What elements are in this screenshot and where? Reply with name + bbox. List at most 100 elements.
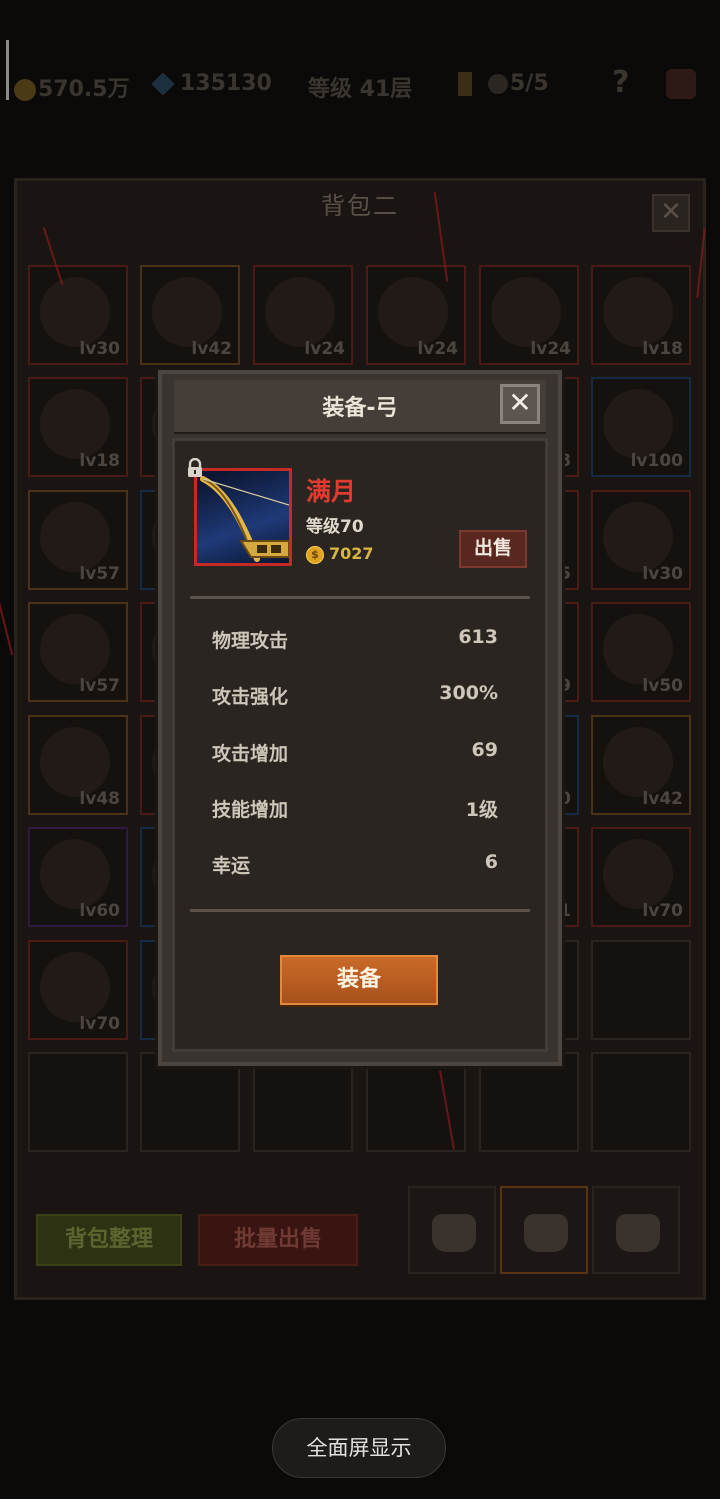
slot-level: lv48 xyxy=(79,789,120,809)
bag-slot[interactable] xyxy=(591,1052,691,1152)
slot-level: lv24 xyxy=(530,339,571,359)
slot-level: lv24 xyxy=(417,339,458,359)
key-value: 5/5 xyxy=(510,71,549,96)
slot-level: lv100 xyxy=(630,451,683,471)
stat-label: 攻击增加 xyxy=(212,742,289,765)
equipment-icon xyxy=(603,389,673,459)
fullscreen-display-button[interactable]: 全面屏显示 xyxy=(272,1418,446,1478)
bag-slot[interactable]: lv24 xyxy=(479,265,579,365)
slot-level: lv57 xyxy=(79,564,120,584)
slot-level: lv60 xyxy=(79,901,120,921)
gold-counter: 570.5万 xyxy=(14,71,130,103)
item-level: 等级70 xyxy=(306,517,364,537)
item-name: 满月 xyxy=(306,477,357,506)
lock-icon[interactable] xyxy=(186,458,204,478)
equipment-icon xyxy=(265,277,335,347)
stat-label: 技能增加 xyxy=(212,798,289,821)
stat-label: 攻击强化 xyxy=(212,686,289,709)
bag-title: 背包二 xyxy=(321,192,399,220)
slot-level: lv30 xyxy=(79,339,120,359)
bag-slot[interactable] xyxy=(591,940,691,1040)
dialog-close-button[interactable]: ✕ xyxy=(500,384,540,424)
stat-value: 1级 xyxy=(465,798,498,821)
bag-slot[interactable]: lv18 xyxy=(591,265,691,365)
equipment-icon xyxy=(603,839,673,909)
bag-tab-2[interactable] xyxy=(500,1186,588,1274)
gem-icon xyxy=(151,72,175,96)
coin-icon xyxy=(14,79,36,101)
bag-slot[interactable]: lv30 xyxy=(28,265,128,365)
bag-slot[interactable]: lv60 xyxy=(28,827,128,927)
bow-icon xyxy=(200,476,289,562)
equipment-icon xyxy=(40,614,110,684)
slot-level: lv50 xyxy=(642,676,683,696)
hud-shortcut-row xyxy=(10,128,710,174)
gold-value: 570.5万 xyxy=(38,77,130,102)
equipment-icon xyxy=(40,277,110,347)
equipment-icon xyxy=(603,277,673,347)
bag-slot[interactable]: lv70 xyxy=(591,827,691,927)
bag-slot[interactable] xyxy=(253,1052,353,1152)
bulk-sell-button[interactable]: 批量出售 xyxy=(198,1214,358,1266)
equipment-icon xyxy=(40,839,110,909)
gold-coin-icon: $ xyxy=(306,546,324,564)
item-icon-frame xyxy=(194,468,292,566)
stat-value: 300% xyxy=(439,682,498,705)
stat-value: 6 xyxy=(484,851,498,874)
bag-slot[interactable]: lv70 xyxy=(28,940,128,1040)
bag-slot[interactable]: lv30 xyxy=(591,490,691,590)
bag-slot[interactable]: lv24 xyxy=(366,265,466,365)
top-status-bar: 570.5万 135130 等级 41层 5/5 ? xyxy=(0,55,720,125)
gem-value: 135130 xyxy=(180,71,272,96)
stat-value: 613 xyxy=(458,626,498,648)
bag-slot[interactable]: lv24 xyxy=(253,265,353,365)
pouch-icon xyxy=(432,1214,476,1252)
sell-button[interactable]: 出售 xyxy=(459,530,527,568)
settings-icon[interactable] xyxy=(666,69,696,99)
slot-level: lv18 xyxy=(79,451,120,471)
gem-counter: 135130 xyxy=(151,71,272,96)
equip-button[interactable]: 装备 xyxy=(280,955,438,1005)
bag-slot[interactable]: lv42 xyxy=(140,265,240,365)
equipment-icon xyxy=(603,502,673,572)
slot-level: lv57 xyxy=(79,676,120,696)
rain-streak xyxy=(0,596,14,656)
help-button[interactable]: ? xyxy=(612,65,629,100)
bag-close-button[interactable]: ✕ xyxy=(652,194,690,232)
equipment-icon xyxy=(603,614,673,684)
slot-level: lv24 xyxy=(304,339,345,359)
stat-value: 69 xyxy=(471,738,498,761)
equipment-icon xyxy=(40,389,110,459)
equipment-icon xyxy=(603,727,673,797)
divider xyxy=(190,909,530,912)
slot-level: lv18 xyxy=(642,339,683,359)
equipment-icon xyxy=(40,727,110,797)
bag-slot[interactable] xyxy=(140,1052,240,1152)
slot-level: lv70 xyxy=(79,1014,120,1034)
bag-tab-3[interactable] xyxy=(592,1186,680,1274)
bag-slot[interactable] xyxy=(479,1052,579,1152)
divider xyxy=(190,596,530,599)
stat-label: 物理攻击 xyxy=(212,630,289,652)
bag-slot[interactable]: lv48 xyxy=(28,715,128,815)
bag-tab-1[interactable] xyxy=(408,1186,496,1274)
dialog-title: 装备-弓 xyxy=(322,396,398,421)
equipment-icon xyxy=(40,952,110,1022)
bag-slot[interactable] xyxy=(28,1052,128,1152)
key-icon xyxy=(458,72,472,96)
equipment-icon xyxy=(491,277,561,347)
bag-slot[interactable]: lv42 xyxy=(591,715,691,815)
bag-slot[interactable]: lv50 xyxy=(591,602,691,702)
equipment-icon xyxy=(378,277,448,347)
item-price: 7027 xyxy=(329,544,374,563)
bag-slot[interactable]: lv57 xyxy=(28,490,128,590)
bag-slot[interactable]: lv18 xyxy=(28,377,128,477)
skull-icon xyxy=(488,74,508,94)
slot-level: lv30 xyxy=(642,564,683,584)
slot-level: lv70 xyxy=(642,901,683,921)
bag-slot[interactable]: lv100 xyxy=(591,377,691,477)
bag-slot[interactable]: lv57 xyxy=(28,602,128,702)
equipment-icon xyxy=(152,277,222,347)
pouch-icon xyxy=(616,1214,660,1252)
sort-bag-button[interactable]: 背包整理 xyxy=(36,1214,182,1266)
